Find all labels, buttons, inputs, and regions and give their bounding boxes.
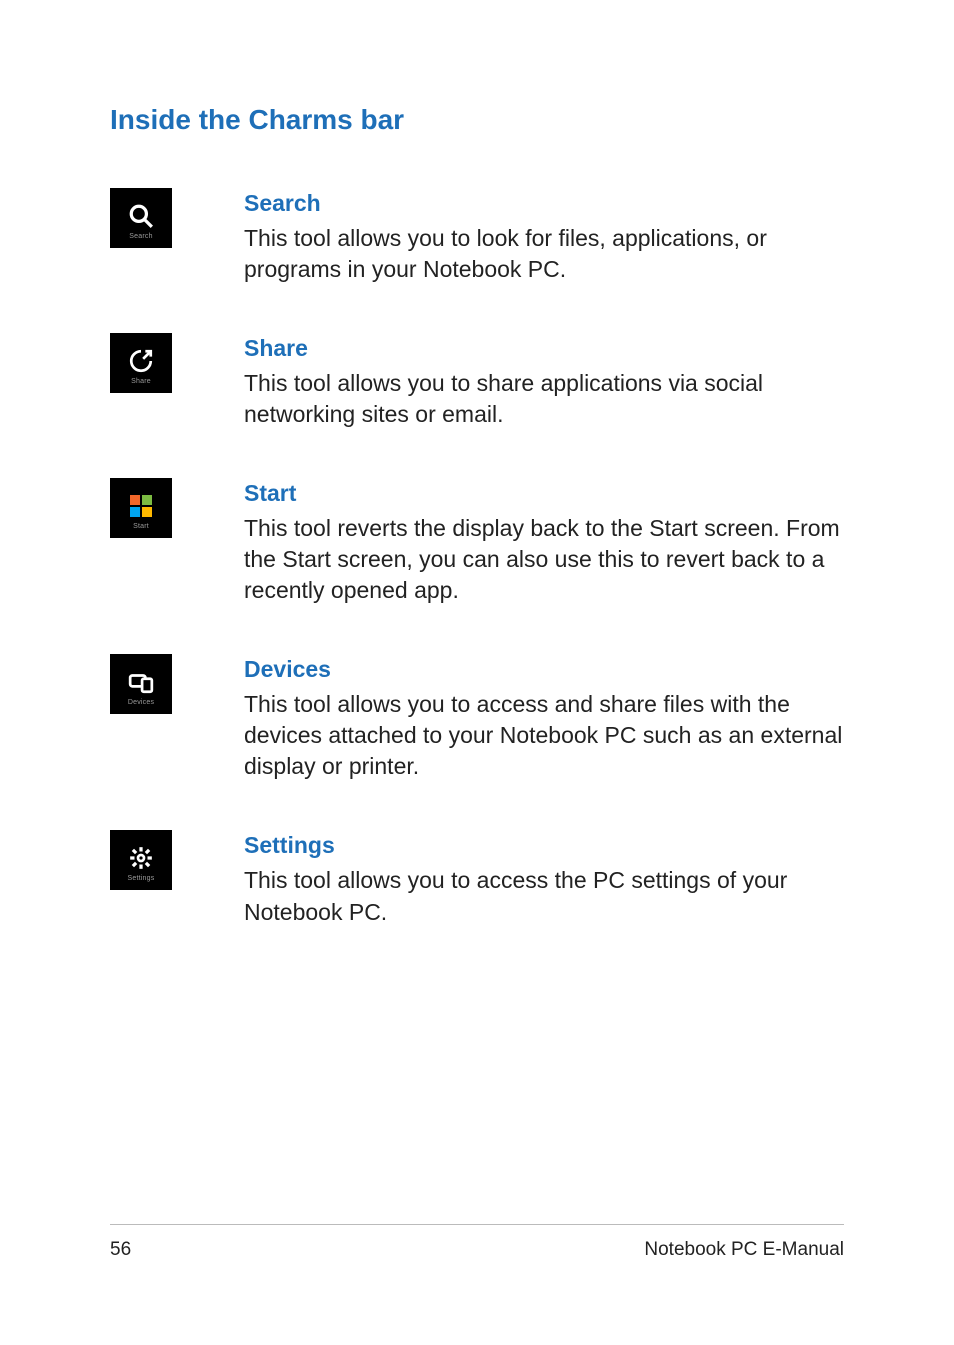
charm-tile-devices: Devices xyxy=(110,654,172,714)
charm-text-block: Search This tool allows you to look for … xyxy=(244,188,844,285)
charm-desc: This tool reverts the display back to th… xyxy=(244,513,844,606)
charm-text-block: Settings This tool allows you to access … xyxy=(244,830,844,927)
start-icon xyxy=(127,492,155,520)
charm-row-search: Search Search This tool allows you to lo… xyxy=(110,188,844,285)
charm-tile-label: Settings xyxy=(128,875,155,882)
charm-title: Devices xyxy=(244,656,844,683)
search-icon xyxy=(127,202,155,230)
page-number: 56 xyxy=(110,1239,131,1261)
charm-tile-start: Start xyxy=(110,478,172,538)
devices-icon xyxy=(127,668,155,696)
charm-text-block: Devices This tool allows you to access a… xyxy=(244,654,844,782)
manual-title: Notebook PC E-Manual xyxy=(644,1239,844,1261)
charm-row-settings: Settings Settings This tool allows you t… xyxy=(110,830,844,927)
charm-desc: This tool allows you to access the PC se… xyxy=(244,865,844,927)
charm-desc: This tool allows you to access and share… xyxy=(244,689,844,782)
charm-row-start: Start Start This tool reverts the displa… xyxy=(110,478,844,606)
charm-title: Start xyxy=(244,480,844,507)
charm-tile-label: Devices xyxy=(128,699,154,706)
charm-tile-label: Start xyxy=(133,523,149,530)
settings-icon xyxy=(127,844,155,872)
charm-tile-label: Share xyxy=(131,378,151,385)
charm-title: Share xyxy=(244,335,844,362)
charm-tile-share: Share xyxy=(110,333,172,393)
charm-desc: This tool allows you to share applicatio… xyxy=(244,368,844,430)
charm-row-share: Share Share This tool allows you to shar… xyxy=(110,333,844,430)
charm-tile-settings: Settings xyxy=(110,830,172,890)
charm-tile-search: Search xyxy=(110,188,172,248)
charm-desc: This tool allows you to look for files, … xyxy=(244,223,844,285)
charm-title: Settings xyxy=(244,832,844,859)
page-footer: 56 Notebook PC E-Manual xyxy=(110,1224,844,1261)
charm-tile-label: Search xyxy=(129,233,152,240)
section-heading: Inside the Charms bar xyxy=(110,104,844,136)
charm-text-block: Start This tool reverts the display back… xyxy=(244,478,844,606)
page-content: Inside the Charms bar Search Search This… xyxy=(0,0,954,928)
charm-text-block: Share This tool allows you to share appl… xyxy=(244,333,844,430)
charm-title: Search xyxy=(244,190,844,217)
charm-row-devices: Devices Devices This tool allows you to … xyxy=(110,654,844,782)
share-icon xyxy=(127,347,155,375)
